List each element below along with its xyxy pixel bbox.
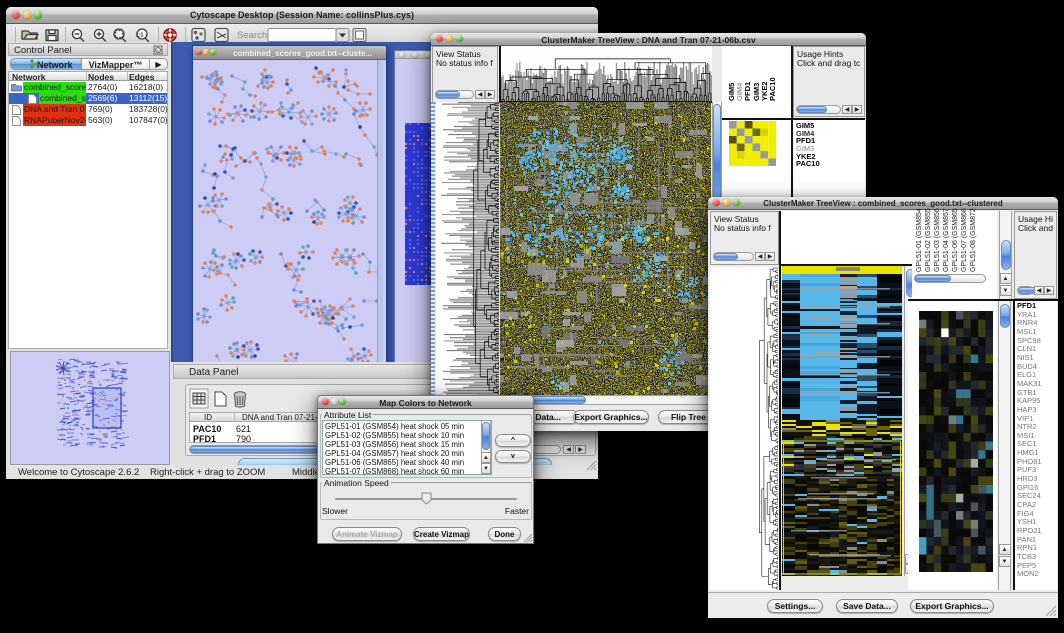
svg-text:1:1: 1:1 <box>136 33 144 39</box>
svg-text:Search:: Search: <box>237 30 270 41</box>
